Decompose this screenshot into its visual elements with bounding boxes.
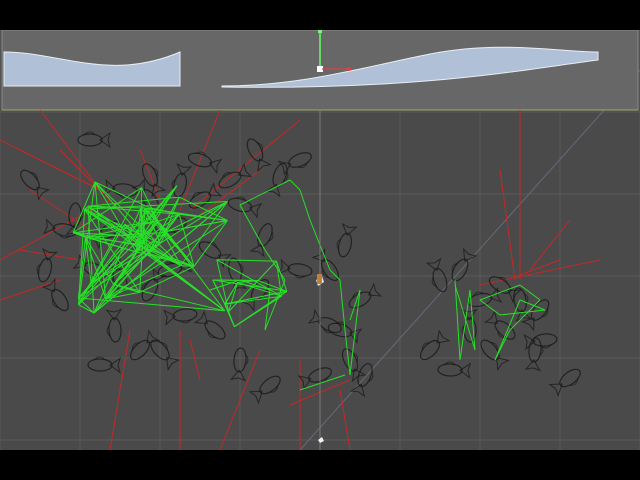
connection-line (228, 311, 235, 327)
fish-silhouette (548, 368, 581, 398)
fish-silhouette (265, 162, 289, 198)
fish-silhouette (297, 367, 332, 391)
fish-silhouette (311, 248, 339, 282)
fish-silhouette (227, 196, 263, 219)
scene-viewport[interactable] (0, 30, 640, 450)
connection-line (78, 185, 178, 306)
ray-line (189, 119, 301, 211)
fish-silhouette (43, 218, 78, 239)
letterbox-top (0, 0, 640, 30)
connection-line (216, 259, 277, 262)
fish-silhouette (307, 308, 342, 334)
connection-line (519, 284, 541, 301)
fish-silhouette (218, 162, 253, 189)
connection-line (494, 299, 521, 361)
fish-silhouette (150, 339, 181, 372)
ray-line (189, 339, 201, 381)
fish-silhouette (36, 247, 59, 283)
fish-silhouette (105, 308, 123, 343)
ray-line (499, 169, 516, 281)
connection-line (224, 282, 238, 305)
fish-silhouette (348, 282, 383, 309)
connection-line (239, 179, 291, 206)
connection-line (139, 265, 195, 293)
fish-silhouette (103, 178, 138, 199)
ray-line (479, 259, 601, 286)
ray-lines (0, 109, 601, 450)
connection-line (459, 289, 471, 361)
fish-silhouette (249, 223, 274, 258)
fish-silhouette (193, 310, 226, 340)
ray-line (39, 109, 101, 191)
ray-line (109, 329, 131, 450)
ray-line (19, 149, 101, 191)
fish-silhouette (336, 222, 358, 258)
scene-diagonal-guide (299, 69, 640, 450)
fish-silhouette (87, 356, 122, 374)
playhead-top-handle[interactable] (318, 30, 322, 33)
scene-canvas[interactable] (0, 30, 640, 450)
fish-silhouette (248, 375, 281, 405)
curve-editor-panel[interactable] (1, 30, 639, 111)
connection-line (299, 374, 346, 391)
viewport-frame (0, 0, 640, 480)
fish-silhouette (198, 241, 233, 269)
curve-tangent-endpoint[interactable] (347, 67, 351, 71)
connection-line (216, 259, 282, 297)
letterbox-bottom (0, 450, 640, 480)
connection-line (257, 260, 277, 281)
fish-silhouette (187, 151, 223, 175)
fish-silhouette (278, 258, 313, 279)
fish-silhouette (524, 337, 544, 372)
camera-gizmo-icon[interactable] (316, 110, 324, 450)
fish-silhouette (451, 247, 478, 282)
connection-line (212, 279, 258, 282)
fish-silhouette (163, 308, 198, 326)
fish-silhouette (277, 152, 312, 176)
fish-school (20, 131, 581, 405)
ray-line (529, 219, 571, 271)
fish-silhouette (77, 131, 111, 149)
connection-line (289, 179, 301, 191)
fish-silhouette (246, 138, 272, 173)
connection-line (479, 299, 501, 316)
fish-silhouette (437, 361, 472, 379)
